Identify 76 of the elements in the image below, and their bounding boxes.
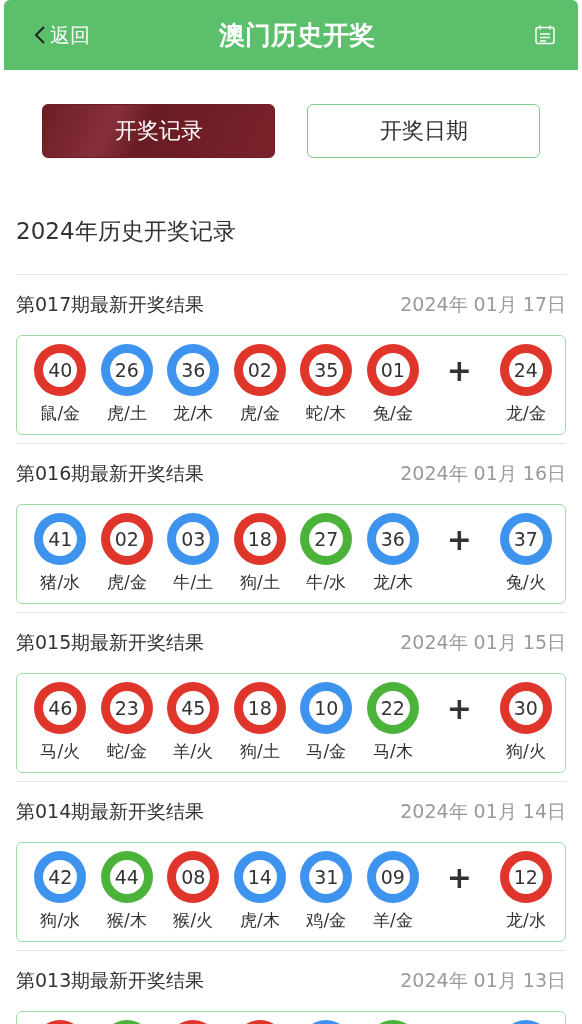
draw-date: 2024年 01月 15日 (400, 630, 566, 655)
tab[interactable]: 开奖记录 (42, 104, 275, 158)
draw-date: 2024年 01月 17日 (400, 292, 566, 317)
zodiac-label: 狗/土 (239, 571, 280, 594)
draw-title: 第013期最新开奖结果 (16, 968, 205, 993)
zodiac-label: 虎/木 (239, 909, 280, 932)
zodiac-label: 牛/水 (306, 571, 347, 594)
zodiac-label: 龙/木 (173, 402, 214, 425)
zodiac-label: 牛/土 (173, 571, 214, 594)
zodiac-label: 虎/土 (106, 402, 147, 425)
zodiac-label: 羊/火 (173, 740, 214, 763)
plus-sign: + (445, 520, 473, 559)
zodiac-label: 蛇/木 (306, 402, 347, 425)
tab[interactable]: 开奖日期 (307, 104, 540, 158)
lottery-ball: 12 (499, 851, 552, 903)
page-title: 澳门历史开奖 (218, 18, 376, 52)
lottery-ball: 31 (300, 851, 353, 903)
zodiac-label: 马/木 (372, 740, 413, 763)
zodiac-label: 蛇/金 (106, 740, 147, 763)
lottery-ball: 40 (34, 344, 87, 396)
draw-title: 第014期最新开奖结果 (16, 799, 205, 824)
lottery-ball: 14 (233, 851, 286, 903)
zodiac-label: 龙/金 (505, 402, 546, 425)
zodiac-label: 鸡/金 (306, 909, 347, 932)
zodiac-label: 龙/木 (372, 571, 413, 594)
zodiac-label: 马/金 (306, 740, 347, 763)
lottery-ball: 03 (167, 513, 220, 565)
zodiac-label: 虎/金 (106, 571, 147, 594)
lottery-ball: 44 (100, 851, 153, 903)
zodiac-label: 猴/木 (106, 909, 147, 932)
zodiac-label: 龙/水 (505, 909, 546, 932)
lottery-ball: 35 (300, 344, 353, 396)
draw-date: 2024年 01月 13日 (400, 968, 566, 993)
lottery-ball: 10 (300, 682, 353, 734)
calendar-icon[interactable] (534, 24, 556, 46)
lottery-ball: 23 (100, 682, 153, 734)
lottery-ball: 02 (233, 344, 286, 396)
section-title: 2024年历史开奖记录 (15, 217, 237, 246)
draw-date: 2024年 01月 16日 (400, 461, 566, 486)
lottery-ball: 46 (34, 682, 87, 734)
lottery-ball: 36 (167, 344, 220, 396)
lottery-ball: 09 (366, 851, 419, 903)
draw-title: 第015期最新开奖结果 (16, 630, 205, 655)
zodiac-label: 虎/金 (239, 402, 280, 425)
plus-sign: + (445, 689, 473, 728)
zodiac-label: 猴/火 (173, 909, 214, 932)
lottery-ball: 01 (366, 344, 419, 396)
zodiac-label: 兔/火 (505, 571, 546, 594)
zodiac-label: 兔/金 (372, 402, 413, 425)
lottery-ball: 41 (34, 513, 87, 565)
zodiac-label: 狗/土 (239, 740, 280, 763)
zodiac-label: 猪/水 (40, 571, 81, 594)
zodiac-label: 狗/火 (505, 740, 546, 763)
lottery-ball: 24 (499, 344, 552, 396)
zodiac-label: 羊/金 (372, 909, 413, 932)
lottery-ball: 30 (499, 682, 552, 734)
draw-date: 2024年 01月 14日 (400, 799, 566, 824)
lottery-ball: 22 (366, 682, 419, 734)
lottery-ball: 08 (167, 851, 220, 903)
lottery-ball: 18 (233, 682, 286, 734)
chevron-left-icon (34, 25, 46, 45)
draw-title: 第016期最新开奖结果 (16, 461, 205, 486)
lottery-ball: 45 (167, 682, 220, 734)
lottery-ball: 27 (300, 513, 353, 565)
lottery-ball: 02 (100, 513, 153, 565)
lottery-ball: 37 (499, 513, 552, 565)
plus-sign: + (445, 858, 473, 897)
lottery-ball: 36 (366, 513, 419, 565)
draw-title: 第017期最新开奖结果 (16, 292, 205, 317)
zodiac-label: 马/火 (40, 740, 81, 763)
lottery-ball: 42 (34, 851, 87, 903)
zodiac-label: 狗/水 (40, 909, 81, 932)
lottery-ball: 26 (100, 344, 153, 396)
plus-sign: + (445, 351, 473, 390)
lottery-ball: 18 (233, 513, 286, 565)
zodiac-label: 鼠/金 (40, 402, 81, 425)
